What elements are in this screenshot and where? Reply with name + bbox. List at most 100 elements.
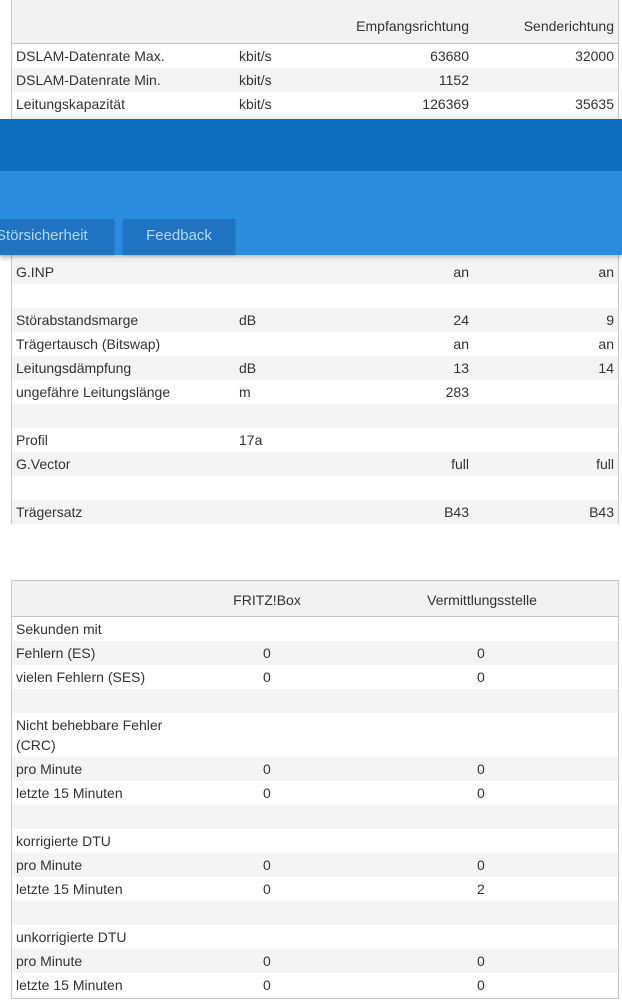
cell-fritzbox bbox=[197, 829, 337, 853]
cell-upstream: an bbox=[598, 264, 614, 280]
app-header: Störsicherheit Feedback bbox=[0, 119, 622, 255]
cell-fritzbox bbox=[197, 805, 337, 829]
error-counter-table: FRITZ!Box Vermittlungsstelle Sekunden mi… bbox=[11, 580, 619, 999]
cell-label: Sekunden mit bbox=[16, 621, 102, 637]
table-row: vielen Fehlern (SES) 0 0 bbox=[12, 665, 618, 689]
table-row: Sekunden mit bbox=[12, 617, 618, 641]
dsl-line-table-header: Empfangsrichtung Senderichtung bbox=[12, 0, 618, 44]
table-row: Profil 17a bbox=[12, 428, 618, 452]
cell-downstream: 13 bbox=[453, 360, 469, 376]
column-header-upstream: Senderichtung bbox=[523, 18, 614, 34]
cell-upstream bbox=[473, 476, 618, 500]
cell-vermittlungsstelle: 0 bbox=[477, 761, 485, 777]
cell-vermittlungsstelle bbox=[337, 805, 618, 829]
table-row: letzte 15 Minuten 0 0 bbox=[12, 781, 618, 805]
cell-fritzbox bbox=[197, 901, 337, 925]
cell-unit bbox=[235, 476, 365, 500]
error-counter-table-header: FRITZ!Box Vermittlungsstelle bbox=[12, 581, 618, 617]
cell-downstream: 63680 bbox=[430, 48, 469, 64]
dsl-line-table: Empfangsrichtung Senderichtung DSLAM-Dat… bbox=[11, 0, 619, 524]
cell-vermittlungsstelle: 0 bbox=[477, 785, 485, 801]
table-row: pro Minute 0 0 bbox=[12, 757, 618, 781]
cell-label: Nicht behebbare Fehler (CRC) bbox=[16, 717, 163, 753]
cell-fritzbox: 0 bbox=[263, 645, 271, 661]
cell-label: ungefähre Leitungslänge bbox=[16, 384, 171, 400]
cell-unit: kbit/s bbox=[239, 72, 272, 88]
cell-label: G.INP bbox=[16, 264, 55, 280]
cell-vermittlungsstelle: 0 bbox=[477, 669, 485, 685]
table-row: ungefähre Leitungslänge m 283 bbox=[12, 380, 618, 404]
table-row: letzte 15 Minuten 0 0 bbox=[12, 973, 618, 997]
cell-unit: dB bbox=[239, 312, 257, 328]
table-row: G.Vector full full bbox=[12, 452, 618, 476]
cell-fritzbox: 0 bbox=[263, 953, 271, 969]
cell-label bbox=[12, 476, 235, 500]
table-row bbox=[12, 476, 618, 500]
table-row: pro Minute 0 0 bbox=[12, 853, 618, 877]
cell-vermittlungsstelle bbox=[337, 925, 618, 949]
cell-fritzbox: 0 bbox=[263, 977, 271, 993]
table-row: Leitungsdämpfung dB 13 14 bbox=[12, 356, 618, 380]
cell-fritzbox: 0 bbox=[263, 785, 271, 801]
cell-upstream: 9 bbox=[606, 312, 614, 328]
cell-upstream bbox=[473, 404, 618, 428]
cell-vermittlungsstelle: 0 bbox=[477, 645, 485, 661]
tab-feedback[interactable]: Feedback bbox=[123, 219, 235, 254]
cell-upstream bbox=[473, 380, 618, 404]
cell-unit: 17a bbox=[239, 432, 263, 448]
cell-fritzbox bbox=[197, 617, 337, 641]
table-row: Fehlern (ES) 0 0 bbox=[12, 641, 618, 665]
table-row: Trägersatz B43 B43 bbox=[12, 500, 618, 524]
cell-label: letzte 15 Minuten bbox=[16, 881, 123, 897]
cell-upstream bbox=[473, 428, 618, 452]
tab-stoersicherheit[interactable]: Störsicherheit bbox=[0, 219, 114, 254]
cell-label: Leitungskapazität bbox=[16, 96, 125, 112]
cell-downstream: B43 bbox=[444, 504, 469, 520]
cell-downstream: an bbox=[453, 264, 469, 280]
table-row: pro Minute 0 0 bbox=[12, 949, 618, 973]
table-row bbox=[12, 689, 618, 713]
cell-downstream: 126369 bbox=[422, 96, 469, 112]
table-row: DSLAM-Datenrate Max. kbit/s 63680 32000 bbox=[12, 44, 618, 68]
cell-upstream bbox=[473, 68, 618, 92]
cell-downstream: 24 bbox=[453, 312, 469, 328]
cell-unit: kbit/s bbox=[239, 96, 272, 112]
cell-fritzbox bbox=[197, 689, 337, 713]
cell-vermittlungsstelle: 2 bbox=[477, 881, 485, 897]
cell-vermittlungsstelle bbox=[337, 901, 618, 925]
cell-vermittlungsstelle: 0 bbox=[477, 953, 485, 969]
cell-label: DSLAM-Datenrate Max. bbox=[16, 48, 165, 64]
cell-unit bbox=[235, 332, 365, 356]
table-row bbox=[12, 404, 618, 428]
error-counter-table-body: Sekunden mit Fehlern (ES) 0 0 vielen Fehlern… bbox=[12, 617, 618, 997]
cell-upstream bbox=[473, 284, 618, 308]
cell-label: pro Minute bbox=[16, 761, 83, 777]
cell-label: Trägertausch (Bitswap) bbox=[16, 336, 161, 352]
cell-upstream: an bbox=[598, 336, 614, 352]
cell-unit: kbit/s bbox=[239, 48, 272, 64]
dsl-line-table-body: DSLAM-Datenrate Max. kbit/s 63680 32000 DSLA… bbox=[12, 44, 618, 524]
cell-label: Profil bbox=[16, 432, 48, 448]
cell-upstream: B43 bbox=[589, 504, 614, 520]
cell-label: Trägersatz bbox=[16, 504, 83, 520]
header-top-bar bbox=[0, 119, 622, 171]
cell-label: letzte 15 Minuten bbox=[16, 977, 123, 993]
cell-label: DSLAM-Datenrate Min. bbox=[16, 72, 161, 88]
column-header-fritzbox: FRITZ!Box bbox=[233, 592, 301, 608]
cell-fritzbox: 0 bbox=[263, 857, 271, 873]
cell-vermittlungsstelle bbox=[337, 713, 618, 757]
cell-unit bbox=[235, 452, 365, 476]
cell-unit bbox=[235, 284, 365, 308]
cell-unit bbox=[235, 500, 365, 524]
cell-downstream: full bbox=[451, 456, 469, 472]
cell-upstream: 32000 bbox=[575, 48, 614, 64]
cell-label: Fehlern (ES) bbox=[16, 645, 96, 661]
table-row: Leitungskapazität kbit/s 126369 35635 bbox=[12, 92, 618, 116]
cell-label bbox=[12, 404, 235, 428]
cell-label: Störabstandsmarge bbox=[16, 312, 139, 328]
cell-unit: dB bbox=[239, 360, 257, 376]
cell-fritzbox: 0 bbox=[263, 761, 271, 777]
table-row: letzte 15 Minuten 0 2 bbox=[12, 877, 618, 901]
cell-label: pro Minute bbox=[16, 857, 83, 873]
cell-vermittlungsstelle bbox=[337, 689, 618, 713]
